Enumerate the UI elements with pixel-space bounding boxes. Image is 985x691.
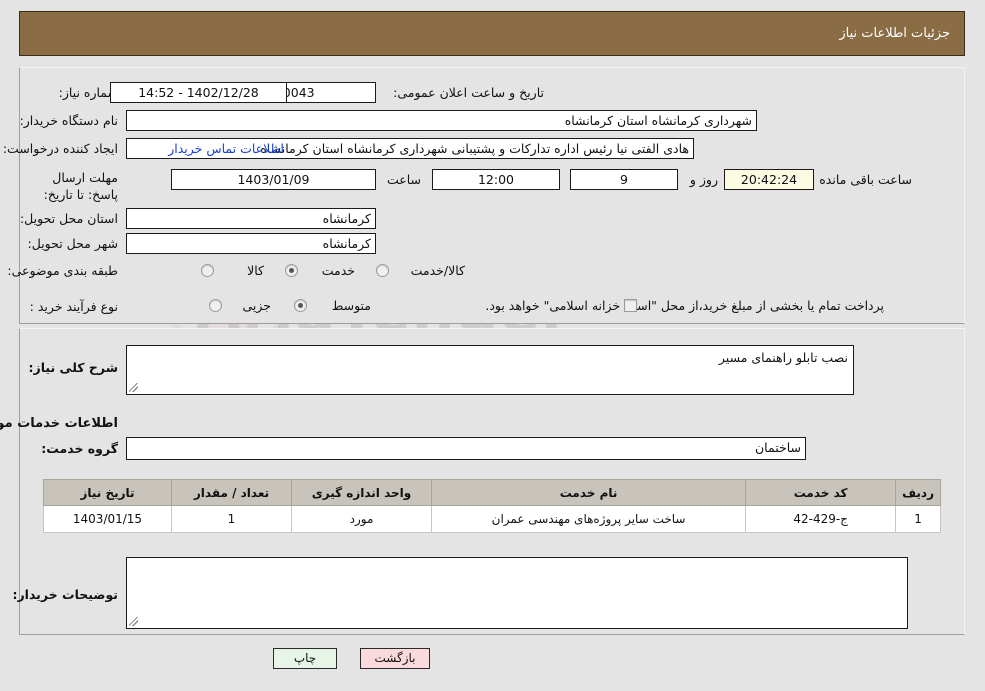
back-button[interactable]: بازگشت [361, 648, 431, 669]
delivery-province-label: استان محل تحویل: [20, 211, 119, 226]
announce-datetime-label: تاریخ و ساعت اعلان عمومی: [394, 85, 545, 100]
radio-process-minor[interactable] [210, 299, 223, 312]
purchase-process-label: نوع فرآیند خرید : [30, 299, 119, 314]
delivery-city-field: کرمانشاه [127, 233, 377, 254]
radio-category-goods-service-label: کالا/خدمت [411, 263, 466, 278]
services-table: ردیف کد خدمت نام خدمت واحد اندازه گیری ت… [44, 479, 942, 533]
td-unit: مورد [292, 505, 433, 533]
td-row-no: 1 [896, 505, 942, 533]
th-need-date: تاریخ نیاز [44, 479, 173, 506]
treasury-bond-note: پرداخت تمام یا بخشی از مبلغ خرید،از محل … [486, 298, 885, 313]
need-number-label: شماره نیاز: [59, 85, 119, 100]
radio-category-goods-service[interactable] [377, 264, 390, 277]
td-service-code: ج-429-42 [746, 505, 898, 533]
remaining-days-field: 9 [571, 169, 679, 190]
page-root: AriaTender .net جزئیات اطلاعات نیاز شمار… [0, 0, 985, 691]
th-row-no: ردیف [896, 479, 942, 506]
service-group-field: ساختمان [127, 437, 807, 460]
buyer-comments-label: توضیحات خریدار: [13, 587, 119, 602]
announce-datetime-field: 1402/12/28 - 14:52 [111, 82, 288, 103]
print-button[interactable]: چاپ [274, 648, 338, 669]
countdown-suffix-label: ساعت باقی مانده [820, 172, 913, 187]
buyer-contact-link[interactable]: اطلاعات تماس خریدار [169, 141, 285, 157]
td-need-date: 1403/01/15 [44, 505, 173, 533]
buyer-comments-textarea[interactable] [127, 557, 909, 629]
th-quantity: تعداد / مقدار [172, 479, 293, 506]
radio-process-medium[interactable] [295, 299, 308, 312]
page-title: جزئیات اطلاعات نیاز [840, 26, 951, 41]
delivery-province-field: کرمانشاه [127, 208, 377, 229]
service-group-label: گروه خدمت: [42, 441, 119, 456]
table-row: 1 ج-429-42 ساخت سایر پروژه‌های مهندسی عم… [44, 505, 942, 533]
general-description-textarea[interactable]: نصب تابلو راهنمای مسیر [127, 345, 855, 395]
td-quantity: 1 [172, 505, 293, 533]
services-section-heading: اطلاعات خدمات مورد نیاز [0, 416, 119, 431]
page-header-bar: جزئیات اطلاعات نیاز [20, 11, 966, 56]
remaining-days-suffix-label: روز و [690, 172, 719, 187]
th-service-name: نام خدمت [431, 479, 748, 506]
request-creator-label: ایجاد کننده درخواست: [3, 141, 119, 156]
radio-category-goods[interactable] [202, 264, 215, 277]
countdown-timer-field: 20:42:24 [725, 169, 815, 190]
need-info-panel [20, 67, 966, 324]
buyer-agency-label: نام دستگاه خریدار: [20, 113, 119, 128]
th-unit: واحد اندازه گیری [292, 479, 433, 506]
radio-process-minor-label: جزیی [243, 298, 272, 313]
reply-deadline-date-field: 1403/01/09 [172, 169, 377, 190]
radio-category-service[interactable] [286, 264, 299, 277]
table-header-row: ردیف کد خدمت نام خدمت واحد اندازه گیری ت… [44, 479, 942, 506]
reply-deadline-label: مهلت ارسال پاسخ: تا تاریخ: [44, 170, 119, 202]
services-table-wrapper: ردیف کد خدمت نام خدمت واحد اندازه گیری ت… [44, 479, 942, 533]
reply-deadline-time-label: ساعت [387, 172, 422, 187]
th-service-code: کد خدمت [746, 479, 898, 506]
buyer-agency-field: شهرداری کرمانشاه استان کرمانشاه [127, 110, 758, 131]
td-service-name: ساخت سایر پروژه‌های مهندسی عمران [431, 505, 748, 533]
general-description-label: شرح کلی نیاز: [29, 360, 119, 375]
radio-category-service-label: خدمت [322, 263, 356, 278]
subject-category-label: طبقه بندی موضوعی: [8, 263, 119, 278]
delivery-city-label: شهر محل تحویل: [28, 236, 119, 251]
radio-process-medium-label: متوسط [332, 298, 372, 313]
radio-category-goods-label: کالا [248, 263, 265, 278]
treasury-bond-checkbox[interactable] [625, 299, 638, 312]
reply-deadline-time-field: 12:00 [433, 169, 561, 190]
